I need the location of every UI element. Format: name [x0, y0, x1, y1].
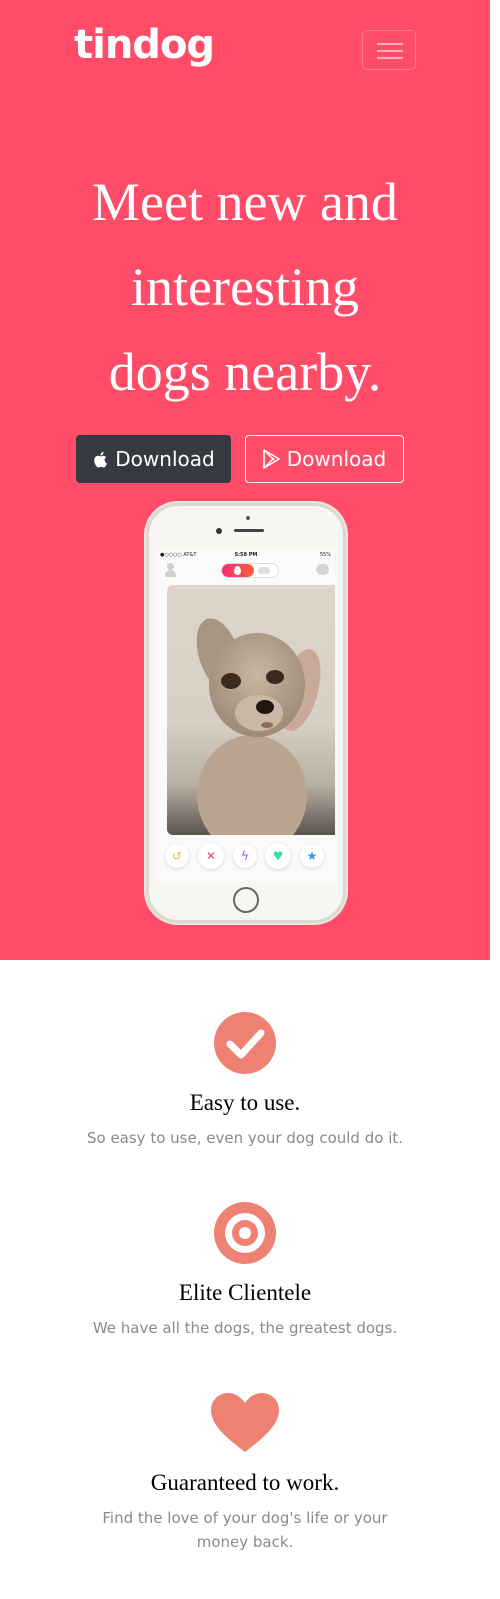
hero-headline: Meet new and interesting dogs nearby.: [92, 172, 398, 402]
phone-mockup-image: ●○○○○ AT&T 5:58 PM 55% ↺ ✕ ϟ ♥ ★: [146, 503, 346, 923]
download-apple-button[interactable]: Download: [76, 435, 231, 483]
feature-text: So easy to use, even your dog could do i…: [86, 1129, 404, 1147]
feature-title: Elite Clientele: [178, 1280, 312, 1305]
super-like-star-icon: ★: [300, 844, 324, 868]
swipe-action-bar: ↺ ✕ ϟ ♥ ★: [157, 843, 335, 874]
phone-screen: ●○○○○ AT&T 5:58 PM 55% ↺ ✕ ϟ ♥ ★: [157, 550, 335, 882]
dog-illustration: [196, 618, 321, 835]
download-google-play-button[interactable]: Download: [245, 435, 404, 483]
navbar-toggle-button[interactable]: [362, 30, 416, 70]
chat-icon: [316, 564, 329, 575]
download-apple-label: Download: [115, 447, 215, 471]
app-top-bar: [157, 561, 335, 581]
boost-icon: ϟ: [233, 844, 257, 868]
phone-camera: [216, 528, 222, 534]
feature-title: Easy to use.: [189, 1090, 301, 1115]
heart-icon: [210, 1392, 280, 1454]
feature-text: Find the love of your dog's life or your…: [102, 1509, 388, 1551]
google-play-icon: [262, 449, 280, 469]
hamburger-icon: [377, 43, 403, 45]
mode-toggle: [221, 563, 279, 578]
like-heart-icon: ♥: [265, 843, 291, 869]
profile-icon: [165, 563, 176, 577]
phone-home-button: [233, 887, 259, 913]
flame-icon: [234, 566, 241, 575]
bullseye-icon: [214, 1202, 276, 1264]
brand-logo[interactable]: tindog: [74, 22, 215, 68]
nope-x-icon: ✕: [198, 843, 224, 869]
phone-status-bar: ●○○○○ AT&T 5:58 PM 55%: [160, 552, 331, 558]
phone-speaker: [234, 529, 264, 532]
hero-section: tindog Meet new and interesting dogs nea…: [0, 0, 490, 960]
dog-photo: [167, 585, 335, 835]
feature-text: We have all the dogs, the greatest dogs.: [92, 1319, 398, 1337]
feature-title: Guaranteed to work.: [150, 1470, 340, 1495]
apple-icon: [94, 451, 108, 467]
download-google-play-label: Download: [286, 447, 387, 471]
rewind-icon: ↺: [165, 844, 189, 868]
group-icon: [258, 567, 270, 574]
check-circle-icon: [214, 1012, 276, 1074]
